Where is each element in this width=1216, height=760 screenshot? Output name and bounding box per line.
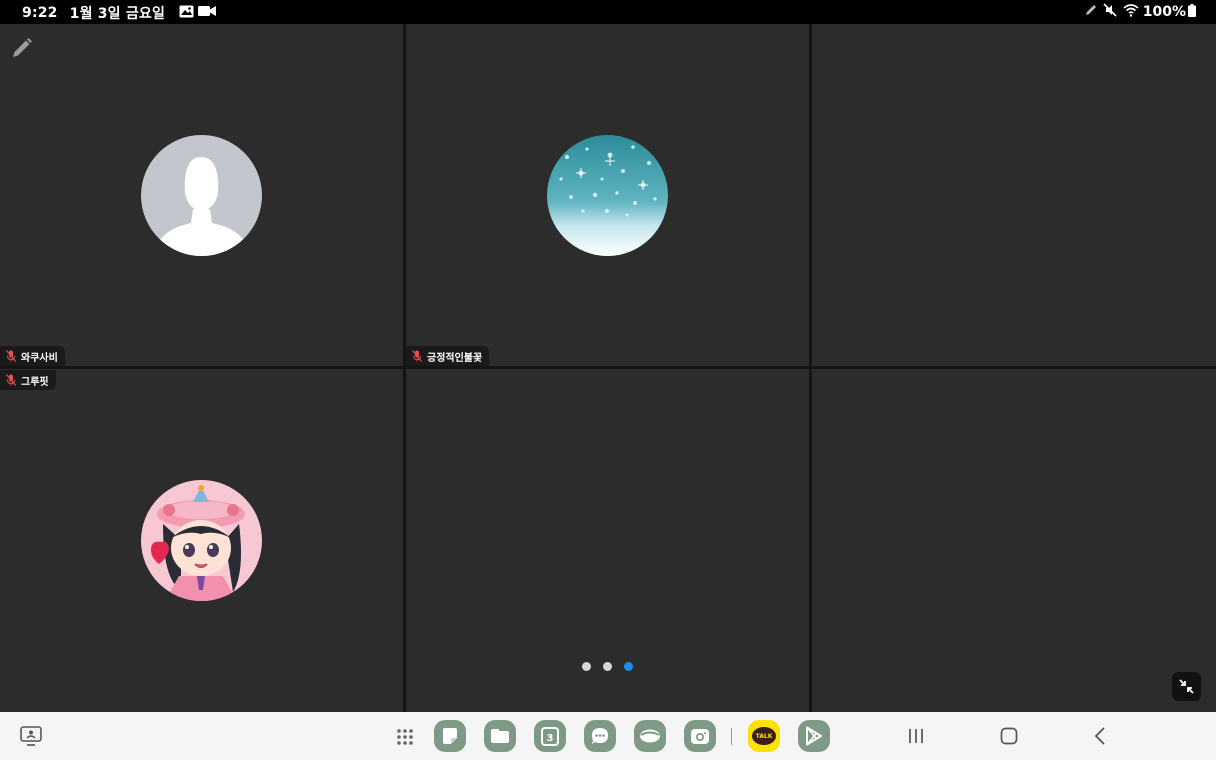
screen-share-button[interactable] bbox=[18, 724, 44, 748]
battery-percent: 100% bbox=[1142, 4, 1186, 20]
page-dot-1[interactable] bbox=[582, 662, 591, 671]
home-button[interactable] bbox=[998, 726, 1020, 746]
calendar-day: 3 bbox=[547, 733, 554, 744]
camera-icon bbox=[684, 720, 716, 752]
participant-name: 긍정적인불꽃 bbox=[427, 352, 483, 364]
play-store-icon bbox=[798, 720, 830, 752]
navigation-bar: 3 TALK bbox=[0, 712, 1216, 760]
video-record-icon bbox=[198, 5, 217, 21]
wifi-icon bbox=[1123, 3, 1139, 21]
calendar-icon: 3 bbox=[534, 720, 566, 752]
play-store-app-button[interactable] bbox=[798, 720, 830, 752]
messages-app-button[interactable] bbox=[584, 720, 616, 752]
participant-name: 그루핏 bbox=[21, 376, 49, 388]
gallery-icon bbox=[179, 5, 194, 22]
battery-icon bbox=[1188, 3, 1196, 21]
messages-icon bbox=[584, 720, 616, 752]
home-icon bbox=[1000, 727, 1018, 745]
empty-tile-5 bbox=[406, 369, 809, 712]
minimize-icon bbox=[1179, 679, 1194, 694]
internet-app-button[interactable] bbox=[634, 720, 666, 752]
back-button[interactable] bbox=[1090, 726, 1110, 746]
mic-muted-icon bbox=[6, 374, 16, 386]
participant-tile-3[interactable]: 그루핏 bbox=[0, 369, 403, 712]
participant-name-tag: 긍정적인불꽃 bbox=[406, 346, 490, 366]
mic-muted-icon bbox=[6, 350, 16, 362]
notes-icon bbox=[434, 720, 466, 752]
dock-divider bbox=[731, 728, 732, 745]
pen-icon bbox=[1085, 4, 1097, 20]
minimize-button[interactable] bbox=[1172, 672, 1201, 701]
files-app-button[interactable] bbox=[484, 720, 516, 752]
cartoon-girl-avatar bbox=[141, 480, 262, 601]
page-dot-3-active[interactable] bbox=[624, 662, 633, 671]
mic-muted-icon bbox=[412, 350, 422, 362]
pencil-icon[interactable] bbox=[10, 36, 34, 64]
notes-app-button[interactable] bbox=[434, 720, 466, 752]
screen-share-icon bbox=[20, 726, 42, 746]
participant-tile-2[interactable]: 긍정적인불꽃 bbox=[406, 24, 809, 366]
participant-tile-1[interactable]: 와쿠사비 bbox=[0, 24, 403, 366]
status-bar: 9:22 1월 3일 금요일 100% bbox=[0, 0, 1216, 24]
empty-tile-6 bbox=[812, 369, 1216, 712]
internet-icon bbox=[634, 720, 666, 752]
mute-icon bbox=[1103, 3, 1117, 21]
participant-name-tag: 와쿠사비 bbox=[0, 346, 65, 366]
empty-tile-3 bbox=[812, 24, 1216, 366]
participant-name-tag: 그루핏 bbox=[0, 370, 56, 390]
status-time: 9:22 bbox=[22, 5, 58, 21]
page-indicator[interactable] bbox=[582, 662, 633, 671]
apps-grid-icon bbox=[397, 729, 413, 745]
kakaotalk-icon: TALK bbox=[748, 720, 780, 752]
page-dot-2[interactable] bbox=[603, 662, 612, 671]
recents-icon bbox=[909, 729, 923, 743]
default-person-avatar bbox=[141, 135, 262, 256]
apps-grid-button[interactable] bbox=[394, 726, 416, 748]
files-icon bbox=[484, 720, 516, 752]
participant-name: 와쿠사비 bbox=[21, 352, 58, 364]
recents-button[interactable] bbox=[904, 726, 928, 746]
video-grid: 와쿠사비 긍정적인불꽃 그루핏 bbox=[0, 24, 1216, 712]
kakaotalk-label: TALK bbox=[752, 727, 776, 745]
camera-app-button[interactable] bbox=[684, 720, 716, 752]
snowflake-avatar bbox=[547, 135, 668, 256]
back-icon bbox=[1094, 727, 1105, 745]
kakaotalk-app-button[interactable]: TALK bbox=[748, 720, 780, 752]
calendar-app-button[interactable]: 3 bbox=[534, 720, 566, 752]
status-date: 1월 3일 금요일 bbox=[69, 6, 166, 22]
